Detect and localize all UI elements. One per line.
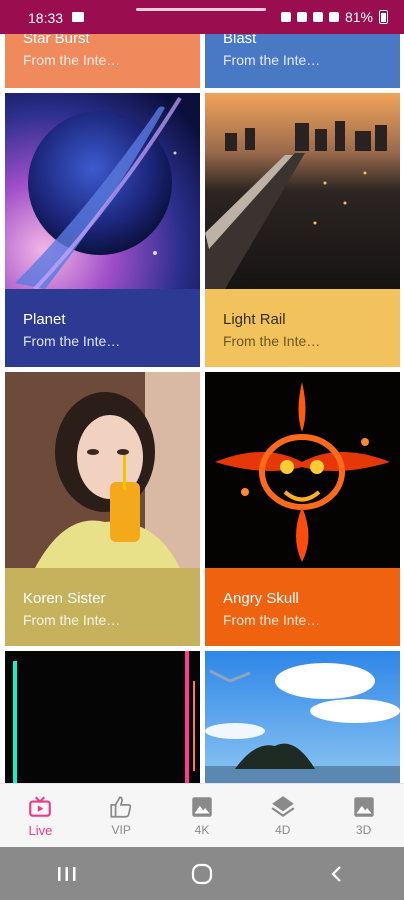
nav-label: 4D	[275, 823, 291, 837]
wifi-icon	[312, 12, 323, 22]
nav-item-3d[interactable]: 3D	[323, 784, 404, 847]
back-icon	[331, 865, 341, 882]
wallpaper-tile-koren-sister[interactable]: Koren Sister From the Inte…	[5, 372, 200, 646]
battery-percent: 81%	[344, 9, 373, 25]
home-icon	[191, 863, 213, 884]
alarm-icon	[280, 12, 291, 22]
system-navigation-bar	[0, 847, 404, 900]
planet-image	[5, 93, 200, 289]
tile-subtitle: From the Inte…	[23, 52, 121, 68]
wallpaper-tile-light-rail[interactable]: Light Rail From the Inte…	[205, 93, 400, 367]
thumbs-up-icon	[110, 796, 132, 818]
status-time: 18:33	[28, 10, 64, 26]
tile-title: Angry Skull	[223, 590, 299, 607]
tile-subtitle: From the Inte…	[23, 333, 121, 349]
status-bar: 18:33 81%	[0, 0, 404, 34]
layers-icon	[271, 796, 295, 817]
nav-item-vip[interactable]: VIP	[81, 784, 162, 847]
wallpaper-grid: Star Burst From the Inte… Blast From the…	[0, 0, 404, 783]
mute-icon	[296, 12, 307, 22]
signal-icon	[328, 12, 339, 22]
nav-label: 4K	[194, 823, 210, 837]
neon-lines-image	[5, 651, 200, 783]
tile-title: Planet	[23, 311, 66, 328]
wallpaper-tile-island[interactable]	[205, 651, 400, 783]
wallpaper-tile-planet[interactable]: Planet From the Inte…	[5, 93, 200, 367]
wallpaper-tile-neon[interactable]	[5, 651, 200, 783]
recent-apps-button[interactable]	[37, 854, 97, 894]
tile-subtitle: From the Inte…	[223, 612, 321, 628]
image-icon	[353, 797, 374, 817]
nav-item-live[interactable]: Live	[0, 784, 81, 847]
nav-item-4d[interactable]: 4D	[242, 784, 323, 847]
fire-skull-image	[205, 372, 400, 568]
image-icon	[192, 797, 212, 817]
home-button[interactable]	[172, 854, 232, 894]
back-button[interactable]	[307, 854, 367, 894]
scroll-indicator	[136, 8, 266, 11]
woman-drinking-image	[5, 372, 200, 568]
tile-subtitle: From the Inte…	[223, 52, 321, 68]
tile-subtitle: From the Inte…	[23, 612, 121, 628]
nav-label: Live	[28, 822, 53, 838]
battery-icon	[379, 10, 388, 24]
bottom-navigation: Live VIP 4K 4D 3D	[0, 783, 404, 847]
recent-apps-icon	[58, 866, 76, 881]
wallpaper-tile-angry-skull[interactable]: Angry Skull From the Inte…	[205, 372, 400, 646]
tv-icon	[29, 796, 52, 817]
nav-label: 3D	[355, 823, 372, 837]
nav-label: VIP	[111, 823, 131, 837]
gallery-icon	[72, 12, 84, 22]
nav-item-4k[interactable]: 4K	[162, 784, 243, 847]
tile-subtitle: From the Inte…	[223, 333, 321, 349]
island-image	[205, 651, 400, 783]
tile-title: Koren Sister	[23, 590, 106, 607]
tile-title: Light Rail	[223, 311, 286, 328]
light-rail-image	[205, 93, 400, 289]
